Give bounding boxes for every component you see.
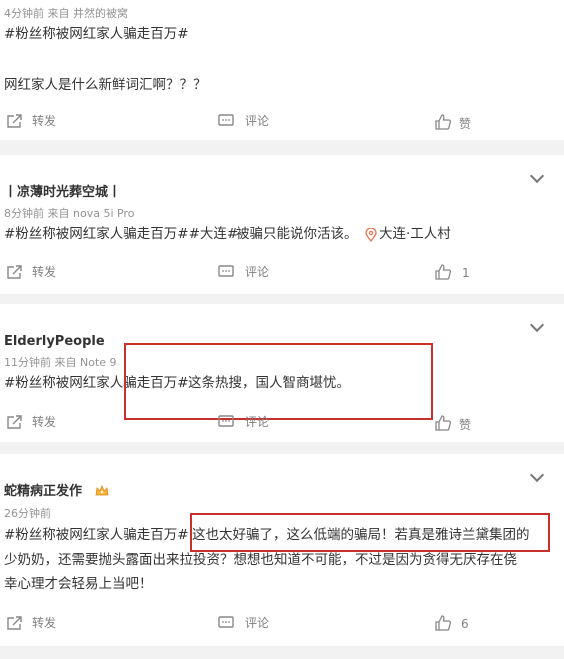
comment-button[interactable]: 评论 bbox=[218, 263, 288, 283]
comment-icon bbox=[218, 114, 234, 126]
post-meta: 4分钟前 来自 井然的被窝 bbox=[4, 7, 128, 20]
like-count: 6 bbox=[461, 617, 469, 631]
repost-icon bbox=[7, 265, 22, 279]
repost-label: 转发 bbox=[32, 616, 57, 630]
comment-button[interactable]: 评论 bbox=[218, 614, 288, 634]
comment-card-3: ElderlyPeople 11分钟前 来自 Note 9 #粉丝称被网红家人骗… bbox=[0, 304, 564, 442]
comment-label: 评论 bbox=[245, 265, 270, 279]
user-name[interactable]: ElderlyPeople bbox=[4, 335, 105, 348]
comment-card-2: 丨凉薄时光葬空城丨 8分钟前 来自 nova 5i Pro #粉丝称被网红家人骗… bbox=[0, 155, 564, 294]
comment-text-line-3: 幸心理才会轻易上当吧！ bbox=[4, 576, 153, 592]
repost-button[interactable]: 转发 bbox=[4, 413, 74, 433]
chevron-down-icon[interactable] bbox=[529, 317, 545, 333]
post-meta: 8分钟前 来自 nova 5i Pro bbox=[4, 207, 135, 220]
repost-label: 转发 bbox=[32, 265, 57, 279]
thumbs-up-icon bbox=[435, 615, 452, 631]
comment-text: 被骗只能说你活该。 bbox=[236, 226, 358, 242]
comment-button[interactable]: 评论 bbox=[218, 413, 288, 433]
repost-icon bbox=[7, 616, 22, 630]
comment-icon bbox=[218, 415, 234, 427]
comment-card-1: 4分钟前 来自 井然的被窝 #粉丝称被网红家人骗走百万# 网红家人是什么新鲜词汇… bbox=[0, 0, 564, 140]
thumbs-up-icon bbox=[435, 264, 452, 280]
comment-icon bbox=[218, 265, 234, 277]
highlight-box bbox=[190, 513, 550, 552]
highlight-box bbox=[124, 343, 433, 420]
hashtag-link[interactable]: #粉丝称被网红家人骗走百万# bbox=[4, 528, 189, 543]
repost-icon bbox=[7, 114, 22, 128]
comment-text-line-2: 少奶奶，还需要抛头露面出来拉投资？想想也知道不可能，不过是因为贪得无厌存在侥 bbox=[4, 552, 517, 568]
like-button[interactable]: 6 bbox=[434, 613, 494, 635]
user-name[interactable]: 丨凉薄时光葬空城丨 bbox=[4, 186, 121, 199]
comment-icon bbox=[218, 616, 234, 628]
thumbs-up-icon bbox=[435, 415, 452, 431]
repost-icon bbox=[7, 415, 22, 429]
post-meta: 26分钟前 bbox=[4, 507, 51, 520]
comment-label: 评论 bbox=[245, 616, 270, 630]
comment-label: 评论 bbox=[245, 415, 270, 429]
chevron-down-icon[interactable] bbox=[529, 467, 545, 483]
repost-button[interactable]: 转发 bbox=[4, 263, 74, 283]
like-button[interactable]: 赞 bbox=[434, 413, 494, 435]
location-pin-icon bbox=[365, 228, 377, 242]
comment-text: 网红家人是什么新鲜词汇啊？？？ bbox=[4, 77, 207, 93]
like-count: 1 bbox=[462, 266, 470, 280]
repost-button[interactable]: 转发 bbox=[4, 614, 74, 634]
repost-label: 转发 bbox=[32, 114, 57, 128]
like-count: 赞 bbox=[459, 418, 472, 432]
user-name[interactable]: 蛇精病正发作 bbox=[4, 485, 82, 498]
repost-button[interactable]: 转发 bbox=[4, 112, 74, 132]
location-link[interactable]: 大连·工人村 bbox=[379, 227, 451, 242]
like-button[interactable]: 1 bbox=[434, 262, 494, 284]
comment-card-4: 蛇精病正发作 26分钟前 #粉丝称被网红家人骗走百万# 这也太好骗了，这么低端的… bbox=[0, 454, 564, 646]
hashtag-link[interactable]: #粉丝称被网红家人骗走百万##大连# bbox=[4, 227, 238, 242]
repost-label: 转发 bbox=[32, 415, 57, 429]
thumbs-up-icon bbox=[435, 114, 452, 130]
hashtag-link[interactable]: #粉丝称被网红家人骗走百万# bbox=[4, 27, 189, 42]
comment-button[interactable]: 评论 bbox=[218, 112, 288, 132]
chevron-down-icon[interactable] bbox=[529, 168, 545, 184]
post-meta: 11分钟前 来自 Note 9 bbox=[4, 356, 117, 369]
comment-label: 评论 bbox=[245, 114, 270, 128]
like-button[interactable]: 赞 bbox=[434, 112, 494, 134]
like-count: 赞 bbox=[459, 117, 472, 131]
member-badge-icon bbox=[95, 484, 109, 496]
